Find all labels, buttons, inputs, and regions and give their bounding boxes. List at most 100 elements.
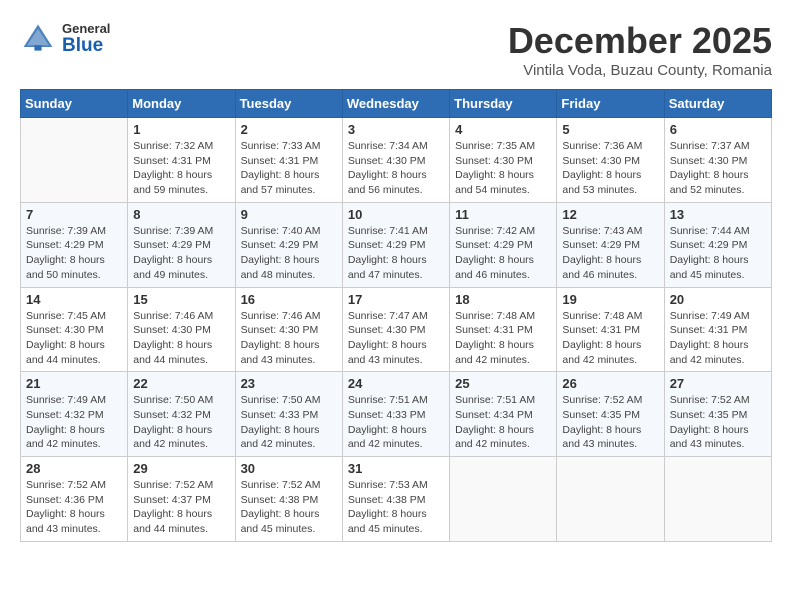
day-info: Sunrise: 7:52 AM Sunset: 4:35 PM Dayligh… [562, 393, 658, 452]
calendar-cell: 7Sunrise: 7:39 AM Sunset: 4:29 PM Daylig… [21, 202, 128, 287]
calendar-cell [450, 457, 557, 542]
calendar-cell: 27 Sunrise: 7:52 AM Sunset: 4:35 PM Dayli… [664, 372, 771, 457]
day-info: Sunrise: 7:51 AM Sunset: 4:34 PM Dayligh… [455, 393, 551, 452]
calendar-cell: 22 Sunrise: 7:50 AM Sunset: 4:32 PM Dayli… [128, 372, 235, 457]
calendar-cell: 21Sunrise: 7:49 AM Sunset: 4:32 PM Dayli… [21, 372, 128, 457]
day-number: 22 [133, 376, 229, 391]
day-number: 24 [348, 376, 444, 391]
day-info: Sunrise: 7:43 AM Sunset: 4:29 PM Dayligh… [562, 224, 658, 283]
calendar-cell: 31 Sunrise: 7:53 AM Sunset: 4:38 PM Dayli… [342, 457, 449, 542]
day-number: 18 [455, 292, 551, 307]
day-header-sunday: Sunday [21, 90, 128, 118]
calendar-cell: 29Sunrise: 7:52 AM Sunset: 4:37 PM Dayli… [128, 457, 235, 542]
header: General Blue December 2025 Vintila Voda,… [20, 20, 772, 79]
day-number: 4 [455, 122, 551, 137]
calendar-cell: 5 Sunrise: 7:36 AM Sunset: 4:30 PM Daylig… [557, 118, 664, 203]
day-number: 26 [562, 376, 658, 391]
day-info: Sunrise: 7:32 AM Sunset: 4:31 PM Dayligh… [133, 139, 229, 198]
day-info: Sunrise: 7:51 AM Sunset: 4:33 PM Dayligh… [348, 393, 444, 452]
day-header-monday: Monday [128, 90, 235, 118]
day-info: Sunrise: 7:33 AM Sunset: 4:31 PM Dayligh… [241, 139, 337, 198]
day-info: Sunrise: 7:34 AM Sunset: 4:30 PM Dayligh… [348, 139, 444, 198]
calendar-cell [21, 118, 128, 203]
week-row-3: 14 Sunrise: 7:45 AM Sunset: 4:30 PM Dayli… [21, 287, 772, 372]
day-number: 30 [241, 461, 337, 476]
week-row-2: 7Sunrise: 7:39 AM Sunset: 4:29 PM Daylig… [21, 202, 772, 287]
week-row-1: 1Sunrise: 7:32 AM Sunset: 4:31 PM Daylig… [21, 118, 772, 203]
title-area: December 2025 Vintila Voda, Buzau County… [508, 20, 772, 79]
calendar-cell: 26 Sunrise: 7:52 AM Sunset: 4:35 PM Dayli… [557, 372, 664, 457]
calendar-cell: 10Sunrise: 7:41 AM Sunset: 4:29 PM Dayli… [342, 202, 449, 287]
day-number: 14 [26, 292, 122, 307]
day-info: Sunrise: 7:46 AM Sunset: 4:30 PM Dayligh… [241, 309, 337, 368]
calendar-cell: 28 Sunrise: 7:52 AM Sunset: 4:36 PM Dayli… [21, 457, 128, 542]
calendar-cell: 25Sunrise: 7:51 AM Sunset: 4:34 PM Dayli… [450, 372, 557, 457]
day-info: Sunrise: 7:49 AM Sunset: 4:31 PM Dayligh… [670, 309, 766, 368]
day-info: Sunrise: 7:46 AM Sunset: 4:30 PM Dayligh… [133, 309, 229, 368]
logo-icon [20, 20, 56, 56]
calendar-cell [557, 457, 664, 542]
day-number: 20 [670, 292, 766, 307]
calendar-cell: 9Sunrise: 7:40 AM Sunset: 4:29 PM Daylig… [235, 202, 342, 287]
day-header-friday: Friday [557, 90, 664, 118]
day-info: Sunrise: 7:36 AM Sunset: 4:30 PM Dayligh… [562, 139, 658, 198]
calendar-cell: 19Sunrise: 7:48 AM Sunset: 4:31 PM Dayli… [557, 287, 664, 372]
day-number: 29 [133, 461, 229, 476]
day-number: 15 [133, 292, 229, 307]
day-info: Sunrise: 7:48 AM Sunset: 4:31 PM Dayligh… [562, 309, 658, 368]
day-number: 3 [348, 122, 444, 137]
day-number: 16 [241, 292, 337, 307]
calendar-cell: 30 Sunrise: 7:52 AM Sunset: 4:38 PM Dayli… [235, 457, 342, 542]
day-info: Sunrise: 7:47 AM Sunset: 4:30 PM Dayligh… [348, 309, 444, 368]
logo: General Blue [20, 20, 110, 56]
day-info: Sunrise: 7:52 AM Sunset: 4:35 PM Dayligh… [670, 393, 766, 452]
day-info: Sunrise: 7:44 AM Sunset: 4:29 PM Dayligh… [670, 224, 766, 283]
day-number: 27 [670, 376, 766, 391]
calendar-cell: 12Sunrise: 7:43 AM Sunset: 4:29 PM Dayli… [557, 202, 664, 287]
calendar-cell: 23Sunrise: 7:50 AM Sunset: 4:33 PM Dayli… [235, 372, 342, 457]
calendar-cell: 17 Sunrise: 7:47 AM Sunset: 4:30 PM Dayli… [342, 287, 449, 372]
day-number: 13 [670, 207, 766, 222]
day-number: 23 [241, 376, 337, 391]
day-info: Sunrise: 7:35 AM Sunset: 4:30 PM Dayligh… [455, 139, 551, 198]
day-info: Sunrise: 7:52 AM Sunset: 4:36 PM Dayligh… [26, 478, 122, 537]
calendar-cell: 11Sunrise: 7:42 AM Sunset: 4:29 PM Dayli… [450, 202, 557, 287]
day-number: 17 [348, 292, 444, 307]
day-number: 8 [133, 207, 229, 222]
logo-blue: Blue [62, 36, 110, 55]
day-info: Sunrise: 7:52 AM Sunset: 4:38 PM Dayligh… [241, 478, 337, 537]
day-info: Sunrise: 7:41 AM Sunset: 4:29 PM Dayligh… [348, 224, 444, 283]
calendar-cell: 6 Sunrise: 7:37 AM Sunset: 4:30 PM Daylig… [664, 118, 771, 203]
day-info: Sunrise: 7:40 AM Sunset: 4:29 PM Dayligh… [241, 224, 337, 283]
location-title: Vintila Voda, Buzau County, Romania [508, 62, 772, 79]
day-info: Sunrise: 7:45 AM Sunset: 4:30 PM Dayligh… [26, 309, 122, 368]
day-header-wednesday: Wednesday [342, 90, 449, 118]
calendar-cell: 8 Sunrise: 7:39 AM Sunset: 4:29 PM Daylig… [128, 202, 235, 287]
calendar-cell: 1Sunrise: 7:32 AM Sunset: 4:31 PM Daylig… [128, 118, 235, 203]
day-info: Sunrise: 7:50 AM Sunset: 4:32 PM Dayligh… [133, 393, 229, 452]
day-number: 5 [562, 122, 658, 137]
day-number: 11 [455, 207, 551, 222]
calendar-cell: 14 Sunrise: 7:45 AM Sunset: 4:30 PM Dayli… [21, 287, 128, 372]
day-info: Sunrise: 7:39 AM Sunset: 4:29 PM Dayligh… [26, 224, 122, 283]
calendar: SundayMondayTuesdayWednesdayThursdayFrid… [20, 89, 772, 542]
calendar-cell: 15 Sunrise: 7:46 AM Sunset: 4:30 PM Dayli… [128, 287, 235, 372]
day-info: Sunrise: 7:37 AM Sunset: 4:30 PM Dayligh… [670, 139, 766, 198]
calendar-cell: 2Sunrise: 7:33 AM Sunset: 4:31 PM Daylig… [235, 118, 342, 203]
day-header-thursday: Thursday [450, 90, 557, 118]
day-number: 28 [26, 461, 122, 476]
day-number: 21 [26, 376, 122, 391]
day-number: 31 [348, 461, 444, 476]
calendar-cell: 16 Sunrise: 7:46 AM Sunset: 4:30 PM Dayli… [235, 287, 342, 372]
day-info: Sunrise: 7:48 AM Sunset: 4:31 PM Dayligh… [455, 309, 551, 368]
day-info: Sunrise: 7:39 AM Sunset: 4:29 PM Dayligh… [133, 224, 229, 283]
day-info: Sunrise: 7:53 AM Sunset: 4:38 PM Dayligh… [348, 478, 444, 537]
week-row-5: 28 Sunrise: 7:52 AM Sunset: 4:36 PM Dayli… [21, 457, 772, 542]
day-number: 6 [670, 122, 766, 137]
calendar-header-row: SundayMondayTuesdayWednesdayThursdayFrid… [21, 90, 772, 118]
week-row-4: 21Sunrise: 7:49 AM Sunset: 4:32 PM Dayli… [21, 372, 772, 457]
calendar-cell: 13 Sunrise: 7:44 AM Sunset: 4:29 PM Dayli… [664, 202, 771, 287]
day-header-saturday: Saturday [664, 90, 771, 118]
calendar-cell: 24 Sunrise: 7:51 AM Sunset: 4:33 PM Dayli… [342, 372, 449, 457]
calendar-cell: 4 Sunrise: 7:35 AM Sunset: 4:30 PM Daylig… [450, 118, 557, 203]
